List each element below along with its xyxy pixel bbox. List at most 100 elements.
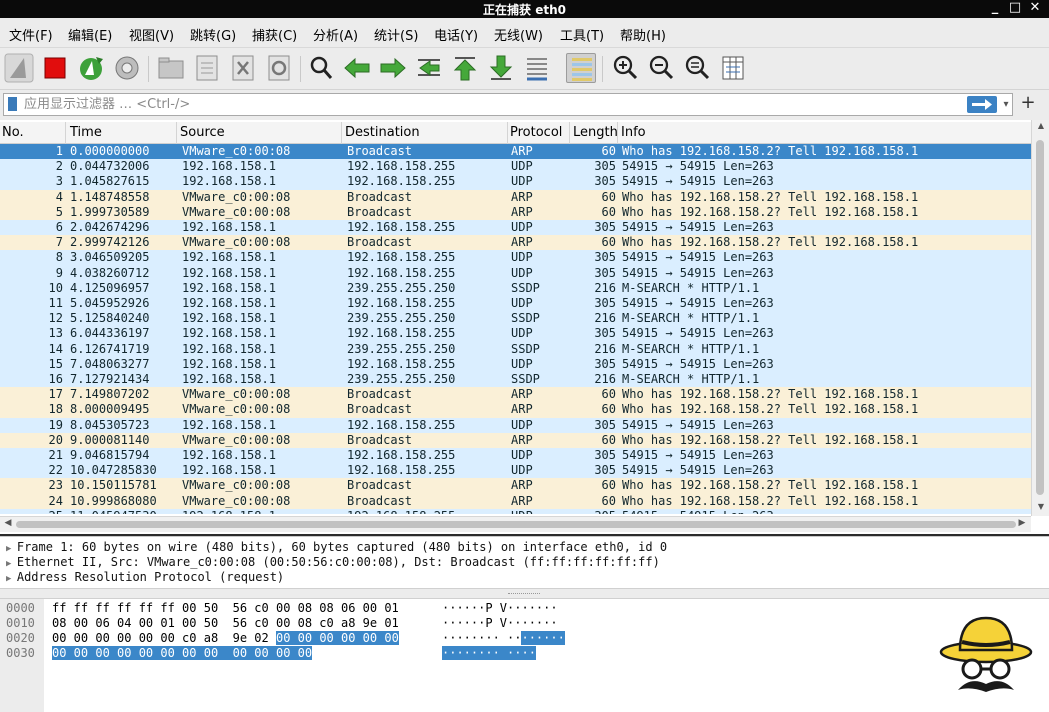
apply-filter-button[interactable] — [967, 96, 997, 113]
close-file-icon[interactable] — [228, 53, 258, 83]
column-divider[interactable] — [65, 122, 66, 144]
restart-capture-icon[interactable] — [76, 53, 106, 83]
zoom-normal-icon[interactable] — [682, 53, 712, 83]
column-divider[interactable] — [617, 122, 618, 144]
table-row[interactable]: 6 2.042674296 192.168.158.1 192.168.158.255… — [0, 220, 1031, 236]
minimize-button[interactable]: _ — [985, 0, 1005, 18]
table-row[interactable]: 21 9.046815794 192.168.158.1 192.168.158.25… — [0, 448, 1031, 464]
table-row[interactable]: 10 4.125096957 192.168.158.1 239.255.255.25… — [0, 280, 1031, 296]
column-header-no[interactable]: No. — [2, 125, 24, 140]
table-row[interactable]: 22 10.047285830 192.168.158.1 192.168.158.2… — [0, 463, 1031, 479]
expand-arrow-icon[interactable]: ▶ — [6, 559, 17, 569]
column-header-source[interactable]: Source — [180, 125, 225, 140]
menu-analyze[interactable]: 分析(A) — [313, 25, 358, 44]
menu-wireless[interactable]: 无线(W) — [494, 25, 543, 44]
table-row[interactable]: 5 1.999730589 VMware_c0:00:08 Broadcast ARP 6… — [0, 204, 1031, 220]
hex-ascii[interactable]: ······P V······· — [442, 601, 558, 616]
table-row[interactable]: 17 7.149807202 VMware_c0:00:08 Broadcast ARP… — [0, 387, 1031, 403]
scroll-up-icon[interactable]: ▲ — [1032, 121, 1049, 135]
scroll-right-icon[interactable]: ▶ — [1015, 518, 1029, 532]
find-packet-icon[interactable] — [306, 53, 336, 83]
close-button[interactable]: ✕ — [1025, 0, 1045, 18]
reload-file-icon[interactable] — [264, 53, 294, 83]
table-row[interactable]: 18 8.000009495 VMware_c0:00:08 Broadcast ARP… — [0, 402, 1031, 418]
table-row[interactable]: 8 3.046509205 192.168.158.1 192.168.158.255… — [0, 250, 1031, 266]
open-file-icon[interactable] — [156, 53, 186, 83]
column-header-info[interactable]: Info — [621, 125, 646, 140]
detail-tree-item[interactable]: ▶ Address Resolution Protocol (request) — [6, 570, 284, 584]
hex-bytes[interactable]: ff ff ff ff ff ff 00 50 56 c0 00 08 08 0… — [52, 601, 399, 616]
capture-options-icon[interactable] — [112, 53, 142, 83]
menu-telephony[interactable]: 电话(Y) — [434, 25, 478, 44]
save-file-icon[interactable] — [192, 53, 222, 83]
column-header-length[interactable]: Length — [573, 125, 618, 140]
scroll-left-icon[interactable]: ◀ — [1, 518, 15, 532]
hex-ascii[interactable]: ········ ···· — [442, 646, 536, 661]
expand-arrow-icon[interactable]: ▶ — [6, 544, 17, 554]
table-row[interactable]: 20 9.000081140 VMware_c0:00:08 Broadcast ARP… — [0, 432, 1031, 448]
column-divider[interactable] — [507, 122, 508, 144]
menu-edit[interactable]: 编辑(E) — [68, 25, 112, 44]
table-row[interactable]: 25 11.045947530 192.168.158.1 192.168.158.2… — [0, 508, 1031, 514]
table-row[interactable]: 2 0.044732006 192.168.158.1 192.168.158.255… — [0, 159, 1031, 175]
go-forward-icon[interactable] — [378, 53, 408, 83]
pane-splitter[interactable] — [0, 588, 1049, 599]
go-to-packet-icon[interactable] — [414, 53, 444, 83]
column-divider[interactable] — [176, 122, 177, 144]
resize-columns-icon[interactable] — [718, 53, 748, 83]
hex-bytes[interactable]: 08 00 06 04 00 01 00 50 56 c0 00 08 c0 a… — [52, 616, 399, 631]
colorize-icon[interactable] — [566, 53, 596, 83]
shark-fin-start-icon[interactable] — [4, 53, 34, 83]
table-row[interactable]: 16 7.127921434 192.168.158.1 239.255.255.25… — [0, 372, 1031, 388]
detail-tree-item[interactable]: ▶ Ethernet II, Src: VMware_c0:00:08 (00:… — [6, 555, 660, 569]
column-header-time[interactable]: Time — [70, 125, 102, 140]
add-filter-button[interactable]: + — [1018, 93, 1038, 113]
zoom-out-icon[interactable] — [646, 53, 676, 83]
menu-go[interactable]: 跳转(G) — [190, 25, 236, 44]
filter-history-dropdown[interactable]: ▾ — [1000, 97, 1012, 113]
column-header-destination[interactable]: Destination — [345, 125, 420, 140]
table-row[interactable]: 9 4.038260712 192.168.158.1 192.168.158.255… — [0, 265, 1031, 281]
table-row[interactable]: 3 1.045827615 192.168.158.1 192.168.158.255… — [0, 174, 1031, 190]
stop-capture-icon[interactable] — [40, 53, 70, 83]
bookmark-icon[interactable] — [8, 97, 17, 111]
hex-bytes[interactable]: 00 00 00 00 00 00 00 00 00 00 00 00 — [52, 646, 313, 661]
column-header-protocol[interactable]: Protocol — [510, 125, 562, 140]
column-divider[interactable] — [569, 122, 570, 144]
packet-list-vertical-scrollbar[interactable]: ▲ ▼ — [1031, 120, 1049, 516]
table-row[interactable]: 12 5.125840240 192.168.158.1 239.255.255.25… — [0, 311, 1031, 327]
table-row[interactable]: 1 0.000000000 VMware_c0:00:08 Broadcast ARP 6… — [0, 144, 1031, 160]
table-row[interactable]: 19 8.045305723 192.168.158.1 192.168.158.25… — [0, 417, 1031, 433]
detail-tree-item[interactable]: ▶ Frame 1: 60 bytes on wire (480 bits), … — [6, 540, 667, 554]
maximize-button[interactable]: □ — [1005, 0, 1025, 18]
auto-scroll-icon[interactable] — [522, 53, 552, 83]
menu-capture[interactable]: 捕获(C) — [252, 25, 297, 44]
display-filter-input[interactable] — [24, 96, 954, 113]
menu-help[interactable]: 帮助(H) — [620, 25, 666, 44]
table-row[interactable]: 11 5.045952926 192.168.158.1 192.168.158.25… — [0, 296, 1031, 312]
packet-list-horizontal-scrollbar[interactable]: ◀ ▶ — [0, 516, 1031, 532]
menu-file[interactable]: 文件(F) — [9, 25, 53, 44]
scroll-down-icon[interactable]: ▼ — [1032, 502, 1049, 516]
expand-arrow-icon[interactable]: ▶ — [6, 574, 17, 584]
table-row[interactable]: 23 10.150115781 VMware_c0:00:08 Broadcast AR… — [0, 478, 1031, 494]
column-divider[interactable] — [341, 122, 342, 144]
hex-bytes[interactable]: 00 00 00 00 00 00 c0 a8 9e 02 00 00 00 0… — [52, 631, 399, 646]
go-first-icon[interactable] — [450, 53, 480, 83]
table-row[interactable]: 4 1.148748558 VMware_c0:00:08 Broadcast ARP 6… — [0, 189, 1031, 205]
scrollbar-thumb[interactable] — [1036, 140, 1044, 495]
hex-ascii[interactable]: ······P V······· — [442, 616, 558, 631]
go-back-icon[interactable] — [342, 53, 372, 83]
zoom-in-icon[interactable] — [610, 53, 640, 83]
table-row[interactable]: 14 6.126741719 192.168.158.1 239.255.255.25… — [0, 341, 1031, 357]
hex-ascii[interactable]: ········ ········ — [442, 631, 565, 646]
table-row[interactable]: 13 6.044336197 192.168.158.1 192.168.158.25… — [0, 326, 1031, 342]
table-row[interactable]: 15 7.048063277 192.168.158.1 192.168.158.25… — [0, 356, 1031, 372]
menu-tools[interactable]: 工具(T) — [560, 25, 604, 44]
table-row[interactable]: 24 10.999868080 VMware_c0:00:08 Broadcast AR… — [0, 493, 1031, 509]
table-row[interactable]: 7 2.999742126 VMware_c0:00:08 Broadcast ARP 6… — [0, 235, 1031, 251]
menu-statistics[interactable]: 统计(S) — [374, 25, 418, 44]
menu-view[interactable]: 视图(V) — [129, 25, 174, 44]
go-last-icon[interactable] — [486, 53, 516, 83]
scrollbar-thumb[interactable] — [16, 521, 1016, 528]
